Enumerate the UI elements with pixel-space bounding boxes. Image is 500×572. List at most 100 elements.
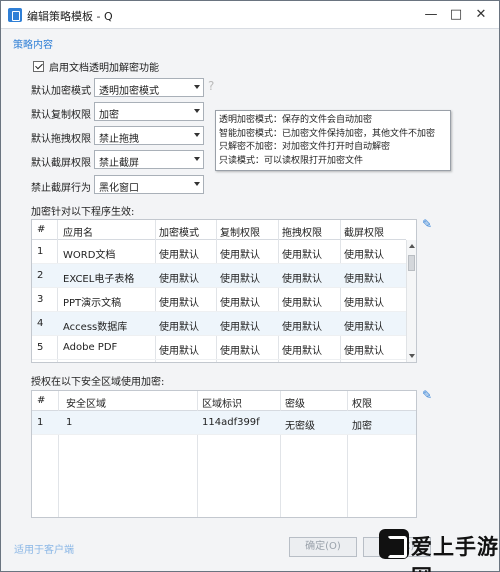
zones-table-header: # 安全区域 区域标识 密级 权限 xyxy=(32,391,416,411)
screenshot-block-behavior-label: 禁止截屏行为 xyxy=(31,183,91,194)
help-icon[interactable]: ? xyxy=(208,79,214,93)
cell-drag-permission: 使用默认 xyxy=(282,322,322,333)
ok-button[interactable]: 确定(O) xyxy=(289,537,357,557)
cell-index: 4 xyxy=(37,318,44,329)
default-screenshot-permission-value: 禁止截屏 xyxy=(99,158,139,169)
section-title: 策略内容 xyxy=(13,40,53,51)
column-header[interactable]: 拖拽权限 xyxy=(282,224,322,239)
default-encrypt-mode-label: 默认加密模式 xyxy=(31,86,91,97)
cell-zone-id: 114adf399f xyxy=(202,417,260,428)
cell-copy-permission: 使用默认 xyxy=(220,274,260,285)
encrypt-checkbox[interactable] xyxy=(33,60,44,72)
apps-table-header: # 应用名 加密模式 复制权限 拖拽权限 截屏权限 xyxy=(32,220,406,240)
watermark-text: 爱上手游网 xyxy=(411,535,499,572)
cell-encrypt-mode: 使用默认 xyxy=(159,346,199,357)
cell-copy-permission: 使用默认 xyxy=(220,250,260,261)
watermark-logo-icon xyxy=(379,529,409,559)
screenshot-block-behavior-select[interactable]: 黑化窗口 xyxy=(94,175,204,194)
cell-app-name: EXCEL电子表格 xyxy=(63,274,135,285)
encrypt-checkbox-label: 启用文档透明加解密功能 xyxy=(49,62,159,74)
default-copy-permission-value: 加密 xyxy=(99,110,119,121)
column-header[interactable]: # xyxy=(37,395,45,406)
column-header[interactable]: # xyxy=(37,224,45,235)
cell-copy-permission: 使用默认 xyxy=(220,322,260,333)
edit-pencil-icon[interactable]: ✎ xyxy=(422,388,432,402)
default-encrypt-mode-select[interactable]: 透明加密模式 xyxy=(94,78,204,97)
cell-security-zone: 1 xyxy=(66,417,73,428)
encrypt-checkbox-row[interactable]: 启用文档透明加解密功能 xyxy=(33,59,159,74)
column-header[interactable]: 权限 xyxy=(352,395,372,410)
cell-app-name: PPT演示文稿 xyxy=(63,298,122,309)
default-drag-permission-label: 默认拖拽权限 xyxy=(31,134,91,145)
cell-copy-permission: 使用默认 xyxy=(220,298,260,309)
table-row[interactable]: 1 WORD文档 使用默认 使用默认 使用默认 使用默认 xyxy=(32,240,406,264)
cell-drag-permission: 使用默认 xyxy=(282,346,322,357)
table-row[interactable]: 1 1 114adf399f 无密级 加密 xyxy=(32,411,416,435)
cell-screenshot-permission: 使用默认 xyxy=(344,298,384,309)
cell-encrypt-mode: 使用默认 xyxy=(159,250,199,261)
scroll-up-arrow-icon[interactable] xyxy=(409,244,415,248)
default-screenshot-permission-select[interactable]: 禁止截屏 xyxy=(94,150,204,169)
column-divider xyxy=(347,391,348,517)
cell-app-name: Adobe PDF xyxy=(63,342,118,353)
cell-screenshot-permission: 使用默认 xyxy=(344,322,384,333)
column-header[interactable]: 加密模式 xyxy=(159,224,199,239)
default-drag-permission-select[interactable]: 禁止拖拽 xyxy=(94,126,204,145)
chevron-down-icon xyxy=(194,109,200,113)
cell-screenshot-permission: 使用默认 xyxy=(344,250,384,261)
cell-classification: 无密级 xyxy=(285,421,315,432)
cell-app-name: Access数据库 xyxy=(63,322,128,333)
chevron-down-icon xyxy=(194,133,200,137)
apps-table-scrollbar[interactable] xyxy=(406,240,416,362)
close-icon[interactable]: ✕ xyxy=(473,7,489,23)
cell-index: 1 xyxy=(37,246,44,257)
cell-copy-permission: 使用默认 xyxy=(220,346,260,357)
table-row[interactable]: 5 Adobe PDF 使用默认 使用默认 使用默认 使用默认 xyxy=(32,336,406,360)
column-header[interactable]: 应用名 xyxy=(63,224,93,239)
cell-permission: 加密 xyxy=(352,421,372,432)
chevron-down-icon xyxy=(194,182,200,186)
column-header[interactable]: 复制权限 xyxy=(220,224,260,239)
edit-policy-template-window: 编辑策略模板 - Q — □ ✕ 策略内容 启用文档透明加解密功能 默认加密模式… xyxy=(0,0,500,572)
cell-index: 1 xyxy=(37,417,44,428)
cell-encrypt-mode: 使用默认 xyxy=(159,322,199,333)
column-header[interactable]: 密级 xyxy=(285,395,305,410)
scroll-thumb[interactable] xyxy=(408,255,415,271)
tooltip-line: 智能加密模式：已加密文件保持加密，其他文件不加密 xyxy=(219,128,436,139)
table-row[interactable]: 4 Access数据库 使用默认 使用默认 使用默认 使用默认 xyxy=(32,312,406,336)
screenshot-block-behavior-value: 黑化窗口 xyxy=(99,183,139,194)
default-drag-permission-value: 禁止拖拽 xyxy=(99,134,139,145)
default-copy-permission-select[interactable]: 加密 xyxy=(94,102,204,121)
zones-table-caption: 授权在以下安全区域使用加密: xyxy=(31,377,165,388)
column-header[interactable]: 安全区域 xyxy=(66,395,106,410)
cell-index: 2 xyxy=(37,270,44,281)
chevron-down-icon xyxy=(194,85,200,89)
maximize-icon[interactable]: □ xyxy=(448,7,464,23)
minimize-icon[interactable]: — xyxy=(423,7,439,23)
table-row[interactable]: 2 EXCEL电子表格 使用默认 使用默认 使用默认 使用默认 xyxy=(32,264,406,288)
default-encrypt-mode-value: 透明加密模式 xyxy=(99,86,159,97)
site-watermark: 爱上手游网 xyxy=(369,521,499,572)
cell-index: 3 xyxy=(37,294,44,305)
tooltip-line: 只读模式：可以读权限打开加密文件 xyxy=(219,155,364,166)
column-divider xyxy=(280,391,281,517)
column-header[interactable]: 截屏权限 xyxy=(344,224,384,239)
encrypt-mode-tooltip: 透明加密模式：保存的文件会自动加密 智能加密模式：已加密文件保持加密，其他文件不… xyxy=(215,110,451,171)
cell-drag-permission: 使用默认 xyxy=(282,298,322,309)
applies-to-clients-link[interactable]: 适用于客户端 xyxy=(14,541,74,556)
edit-pencil-icon[interactable]: ✎ xyxy=(422,217,432,231)
default-screenshot-permission-label: 默认截屏权限 xyxy=(31,158,91,169)
column-header[interactable]: 区域标识 xyxy=(202,395,242,410)
cell-drag-permission: 使用默认 xyxy=(282,250,322,261)
default-copy-permission-label: 默认复制权限 xyxy=(31,110,91,121)
table-row[interactable]: 3 PPT演示文稿 使用默认 使用默认 使用默认 使用默认 xyxy=(32,288,406,312)
scroll-down-arrow-icon[interactable] xyxy=(409,354,415,358)
cell-app-name: WORD文档 xyxy=(63,250,116,261)
cell-index: 5 xyxy=(37,342,44,353)
cell-encrypt-mode: 使用默认 xyxy=(159,274,199,285)
cell-screenshot-permission: 使用默认 xyxy=(344,346,384,357)
chevron-down-icon xyxy=(194,157,200,161)
cell-screenshot-permission: 使用默认 xyxy=(344,274,384,285)
tooltip-line: 只解密不加密：对加密文件打开时自动解密 xyxy=(219,142,391,152)
title-bar: 编辑策略模板 - Q — □ ✕ xyxy=(1,1,499,29)
